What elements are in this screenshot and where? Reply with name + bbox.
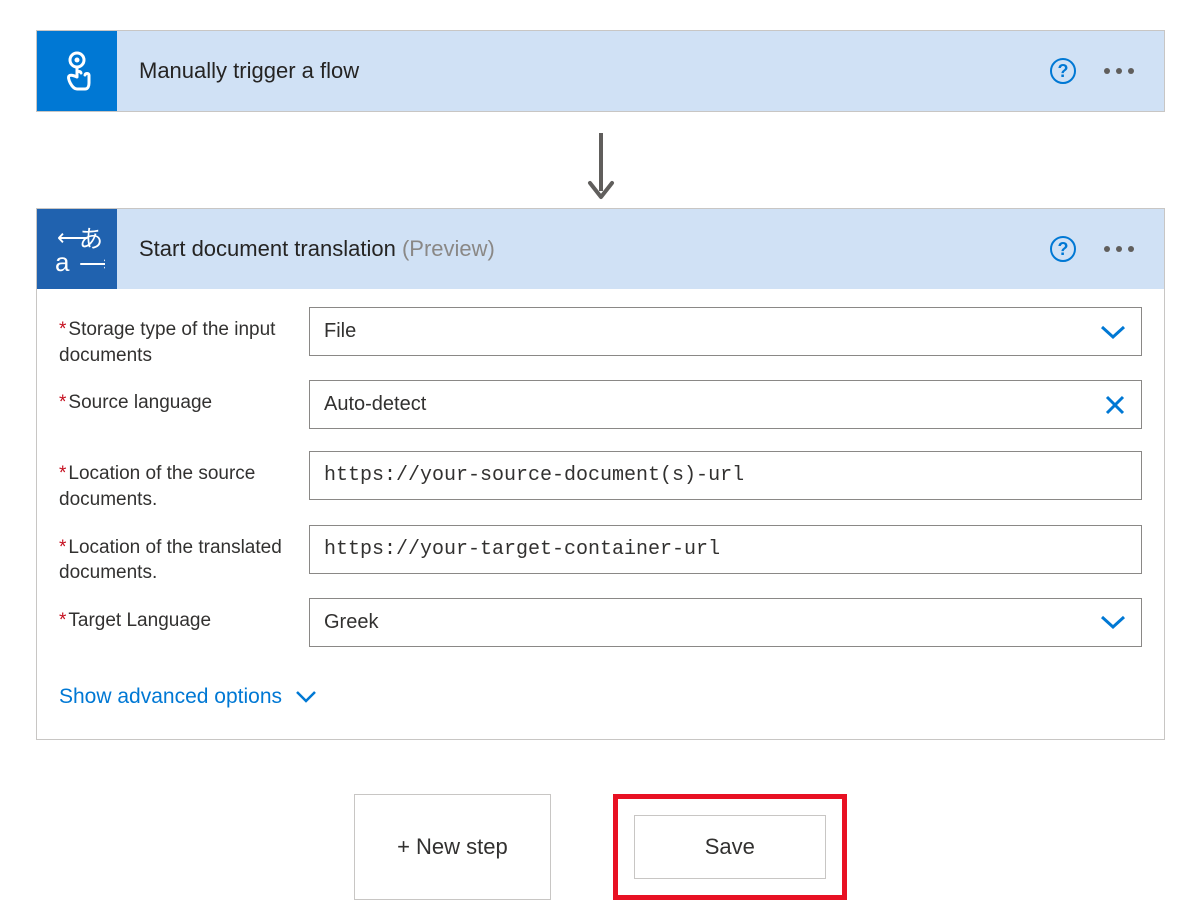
label-storage-type: *Storage type of the input documents: [59, 307, 309, 368]
manual-trigger-icon: [37, 31, 117, 111]
field-target-location: *Location of the translated documents. h…: [59, 525, 1142, 586]
help-icon[interactable]: ?: [1050, 58, 1076, 84]
save-highlight: Save: [613, 794, 847, 900]
trigger-card: Manually trigger a flow ?: [36, 30, 1165, 112]
new-step-button[interactable]: + New step: [354, 794, 551, 900]
preview-tag: (Preview): [402, 236, 495, 261]
input-source-location[interactable]: https://your-source-document(s)-url: [309, 451, 1142, 500]
dropdown-storage-type[interactable]: File: [309, 307, 1142, 356]
svg-text:あ: あ: [79, 226, 103, 253]
svg-text:a: a: [55, 247, 70, 277]
trigger-header[interactable]: Manually trigger a flow ?: [37, 31, 1164, 111]
label-target-language: *Target Language: [59, 598, 309, 634]
action-title-text: Start document translation: [139, 236, 396, 261]
action-body: *Storage type of the input documents Fil…: [37, 289, 1164, 739]
save-button[interactable]: Save: [634, 815, 826, 879]
label-source-language: *Source language: [59, 380, 309, 416]
chevron-down-icon: [1099, 613, 1127, 631]
show-advanced-link[interactable]: Show advanced options: [59, 685, 318, 709]
help-icon[interactable]: ?: [1050, 236, 1076, 262]
input-target-location[interactable]: https://your-target-container-url: [309, 525, 1142, 574]
label-target-location: *Location of the translated documents.: [59, 525, 309, 586]
more-icon[interactable]: [1104, 246, 1134, 252]
more-icon[interactable]: [1104, 68, 1134, 74]
translation-icon: ⟵ あ a ⟶: [37, 209, 117, 289]
svg-text:⟶: ⟶: [79, 251, 105, 276]
dropdown-target-language[interactable]: Greek: [309, 598, 1142, 647]
field-target-language: *Target Language Greek: [59, 598, 1142, 647]
field-storage-type: *Storage type of the input documents Fil…: [59, 307, 1142, 368]
field-source-location: *Location of the source documents. https…: [59, 451, 1142, 512]
action-card: ⟵ あ a ⟶ Start document translation (Prev…: [36, 208, 1165, 740]
clear-x-icon[interactable]: [1103, 393, 1127, 417]
label-source-location: *Location of the source documents.: [59, 451, 309, 512]
footer-actions: + New step Save: [36, 794, 1165, 900]
connector-arrow-icon: [36, 128, 1165, 208]
field-source-language: *Source language Auto-detect: [59, 380, 1142, 429]
action-title: Start document translation (Preview): [139, 236, 1050, 262]
trigger-title: Manually trigger a flow: [139, 58, 1050, 84]
chevron-down-icon: [294, 689, 318, 705]
chevron-down-icon: [1099, 323, 1127, 341]
dropdown-source-language[interactable]: Auto-detect: [309, 380, 1142, 429]
action-header[interactable]: ⟵ あ a ⟶ Start document translation (Prev…: [37, 209, 1164, 289]
